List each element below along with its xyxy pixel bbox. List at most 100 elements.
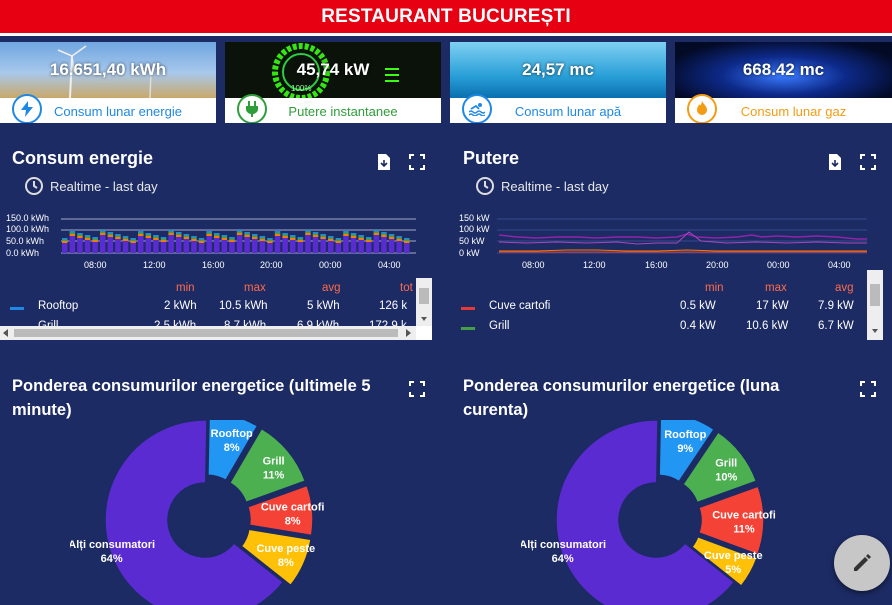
slice-percent: 64% — [552, 553, 574, 565]
energy-bar-segment — [381, 237, 387, 253]
slice-label: Alți consumatori — [521, 539, 606, 551]
energy-bar-segment — [366, 238, 372, 240]
slice-percent: 10% — [715, 471, 737, 483]
energy-bar-segment — [388, 239, 395, 253]
energy-bar-segment — [168, 233, 174, 235]
energy-bar-segment — [305, 230, 311, 232]
energy-bar-segment — [373, 235, 380, 253]
energy-bar-segment — [267, 238, 273, 240]
energy-bar-segment — [84, 236, 91, 238]
energy-bar-segment — [350, 236, 357, 238]
legend-row[interactable]: Rooftop 2 kWh 10.5 kWh 5 kWh 126 k — [0, 300, 432, 316]
energy-bar-segment — [236, 230, 243, 232]
energy-bar-segment — [191, 236, 197, 238]
energy-bar-segment — [244, 233, 250, 235]
energy-bar-segment — [236, 235, 243, 253]
kpi-card-water[interactable]: 24,57 mc Consum lunar apă — [450, 42, 666, 123]
energy-bar-segment — [297, 240, 304, 242]
energy-bar-segment — [297, 238, 304, 240]
edit-button[interactable] — [834, 535, 890, 591]
energy-bar-segment — [138, 232, 144, 234]
x-tick-label: 20:00 — [260, 260, 283, 270]
legend-max: 10.6 kW — [746, 320, 789, 332]
slice-label: Cuve peste — [704, 550, 763, 562]
energy-bar-segment — [107, 237, 114, 253]
fullscreen-icon[interactable] — [859, 380, 877, 398]
slice-label: Rooftop — [664, 429, 706, 441]
fullscreen-icon[interactable] — [859, 153, 877, 171]
energy-bar-segment — [160, 240, 167, 242]
energy-bar-segment — [373, 233, 380, 235]
energy-bar-segment — [297, 237, 304, 239]
legend-header: max — [765, 282, 787, 294]
energy-bar-segment — [130, 239, 136, 241]
power-line-chart: 150 kW 100 kW 50 kW 0 kW 08:00 12:00 16:… — [459, 213, 867, 270]
vertical-scrollbar[interactable] — [867, 270, 883, 340]
kpi-card-power[interactable]: 100% 45,74 kW Putere instantanee — [225, 42, 441, 123]
energy-bar-segment — [160, 237, 167, 239]
legend-series-name: Grill — [489, 320, 510, 332]
fullscreen-icon[interactable] — [408, 153, 426, 171]
power-legend-table[interactable]: min max avg Cuve cartofi 0.5 kW 17 kW 7.… — [451, 270, 883, 340]
slice-percent: 8% — [285, 515, 301, 527]
vertical-scrollbar[interactable] — [416, 278, 432, 326]
slice-label: Cuve peste — [256, 543, 315, 555]
kpi-value: 24,57 mc — [522, 60, 594, 79]
energy-bar-segment — [77, 238, 83, 253]
energy-bar-segment — [160, 238, 167, 240]
energy-bar-segment — [92, 242, 98, 253]
energy-bar-segment — [358, 236, 364, 238]
energy-bar-segment — [221, 238, 228, 240]
energy-bar-segment — [176, 235, 182, 237]
slice-percent: 64% — [101, 553, 123, 565]
fullscreen-icon[interactable] — [408, 380, 426, 398]
energy-bar-segment — [290, 238, 296, 240]
y-tick-label: 50 kW — [459, 236, 485, 246]
export-file-icon[interactable] — [826, 153, 844, 171]
energy-bar-segment — [343, 232, 349, 234]
energy-bar-segment — [62, 241, 68, 243]
energy-bar-segment — [366, 242, 372, 253]
energy-bar-segment — [404, 238, 410, 240]
energy-bar-segment — [320, 237, 326, 239]
x-tick-label: 00:00 — [767, 260, 790, 270]
x-tick-label: 04:00 — [378, 260, 401, 270]
energy-bar-segment — [328, 237, 334, 239]
energy-bar-segment — [259, 239, 266, 241]
energy-bar-segment — [267, 243, 273, 253]
energy-bar-segment — [115, 239, 121, 253]
slice-label: Grill — [715, 457, 737, 469]
energy-bar-segment — [122, 237, 129, 239]
legend-row[interactable]: Cuve cartofi 0.5 kW 17 kW 7.9 kW — [451, 300, 867, 316]
legend-min: 2 kWh — [164, 300, 197, 312]
energy-bar-segment — [366, 240, 372, 242]
energy-bar-segment — [297, 242, 304, 253]
export-file-icon[interactable] — [375, 153, 393, 171]
energy-bar-segment — [183, 234, 190, 236]
energy-bar-segment — [92, 240, 98, 242]
kpi-card-gas[interactable]: 668.42 mc Consum lunar gaz — [675, 42, 892, 123]
legend-series-name: Cuve cartofi — [489, 300, 551, 312]
kpi-card-energy[interactable]: 16.651,40 kWh Consum lunar energie — [0, 42, 216, 123]
legend-row[interactable]: Grill 0.4 kW 10.6 kW 6.7 kW — [451, 320, 867, 336]
energy-bar-segment — [84, 238, 91, 240]
energy-bar-segment — [176, 232, 182, 234]
energy-bar-segment — [358, 238, 364, 240]
energy-bar-segment — [328, 241, 334, 253]
energy-bar-segment — [381, 232, 387, 234]
energy-bar-segment — [366, 237, 372, 239]
x-tick-label: 08:00 — [84, 260, 107, 270]
energy-bar-segment — [236, 231, 243, 233]
energy-bar-segment — [191, 239, 197, 241]
energy-bar-segment — [69, 236, 76, 253]
energy-legend-table[interactable]: min max avg tot Rooftop 2 kWh 10.5 kWh 5… — [0, 278, 432, 340]
share5-donut-chart: Rooftop 8% Grill 11% Cuve cartofi 8% Cuve pest… — [70, 420, 324, 605]
energy-bar-segment — [115, 234, 121, 236]
energy-bar-segment — [305, 233, 311, 235]
energy-bar-segment — [77, 234, 83, 236]
energy-bar-segment — [214, 234, 220, 236]
horizontal-scrollbar[interactable] — [0, 326, 416, 340]
energy-bar-segment — [259, 236, 266, 238]
energy-bar-segment — [305, 235, 311, 253]
energy-bar-segment — [206, 231, 212, 233]
